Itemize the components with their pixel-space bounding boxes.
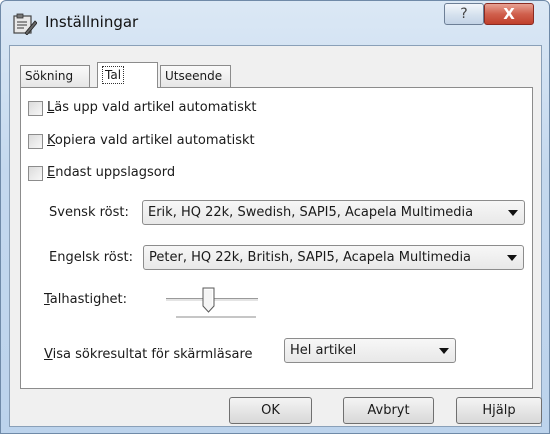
tab-sokning[interactable]: Sökning bbox=[20, 65, 90, 87]
help-button[interactable]: Hjälp bbox=[456, 397, 542, 424]
speech-rate-thumb[interactable] bbox=[202, 287, 215, 313]
headwords-only-label: Endast uppslagsord bbox=[47, 165, 176, 180]
title-bar[interactable]: Inställningar ? X bbox=[1, 1, 549, 45]
slider-tick-bar bbox=[176, 316, 256, 319]
close-button[interactable]: X bbox=[484, 3, 534, 25]
read-aloud-checkbox[interactable] bbox=[28, 101, 43, 116]
chevron-down-icon bbox=[507, 255, 517, 261]
settings-dialog: Inställningar ? X Sökning Tal Utseende L… bbox=[0, 0, 550, 434]
tab-label: Sökning bbox=[25, 69, 74, 83]
question-mark-icon: ? bbox=[460, 6, 468, 22]
tab-label: Tal bbox=[102, 66, 125, 84]
help-title-button[interactable]: ? bbox=[444, 3, 484, 25]
headwords-only-checkbox[interactable] bbox=[28, 166, 43, 181]
read-aloud-label: Läs upp vald artikel automatiskt bbox=[47, 100, 257, 115]
results-label: Visa sökresultat för skärmläsare bbox=[44, 347, 253, 362]
swedish-voice-select[interactable]: Erik, HQ 22k, Swedish, SAPI5, Acapela Mu… bbox=[142, 200, 525, 225]
swedish-voice-value: Erik, HQ 22k, Swedish, SAPI5, Acapela Mu… bbox=[148, 205, 474, 220]
results-value: Hel artikel bbox=[290, 343, 357, 358]
results-select[interactable]: Hel artikel bbox=[284, 338, 456, 363]
window-title: Inställningar bbox=[45, 13, 139, 31]
tab-utseende[interactable]: Utseende bbox=[160, 65, 231, 87]
copy-selected-label: Kopiera vald artikel automatiskt bbox=[47, 133, 255, 148]
tab-label: Utseende bbox=[165, 69, 223, 83]
speech-rate-label: Talhastighet: bbox=[44, 292, 128, 307]
swedish-voice-label: Svensk röst: bbox=[49, 205, 129, 220]
english-voice-value: Peter, HQ 22k, British, SAPI5, Acapela M… bbox=[149, 250, 472, 265]
tab-tal[interactable]: Tal bbox=[97, 62, 158, 88]
close-x-icon: X bbox=[503, 5, 515, 23]
chevron-down-icon bbox=[439, 348, 449, 354]
english-voice-select[interactable]: Peter, HQ 22k, British, SAPI5, Acapela M… bbox=[143, 245, 524, 270]
chevron-down-icon bbox=[508, 210, 518, 216]
cancel-button[interactable]: Avbryt bbox=[343, 397, 434, 424]
ok-button[interactable]: OK bbox=[229, 397, 312, 424]
settings-app-icon bbox=[13, 13, 37, 35]
english-voice-label: Engelsk röst: bbox=[49, 250, 134, 265]
copy-selected-checkbox[interactable] bbox=[28, 134, 43, 149]
